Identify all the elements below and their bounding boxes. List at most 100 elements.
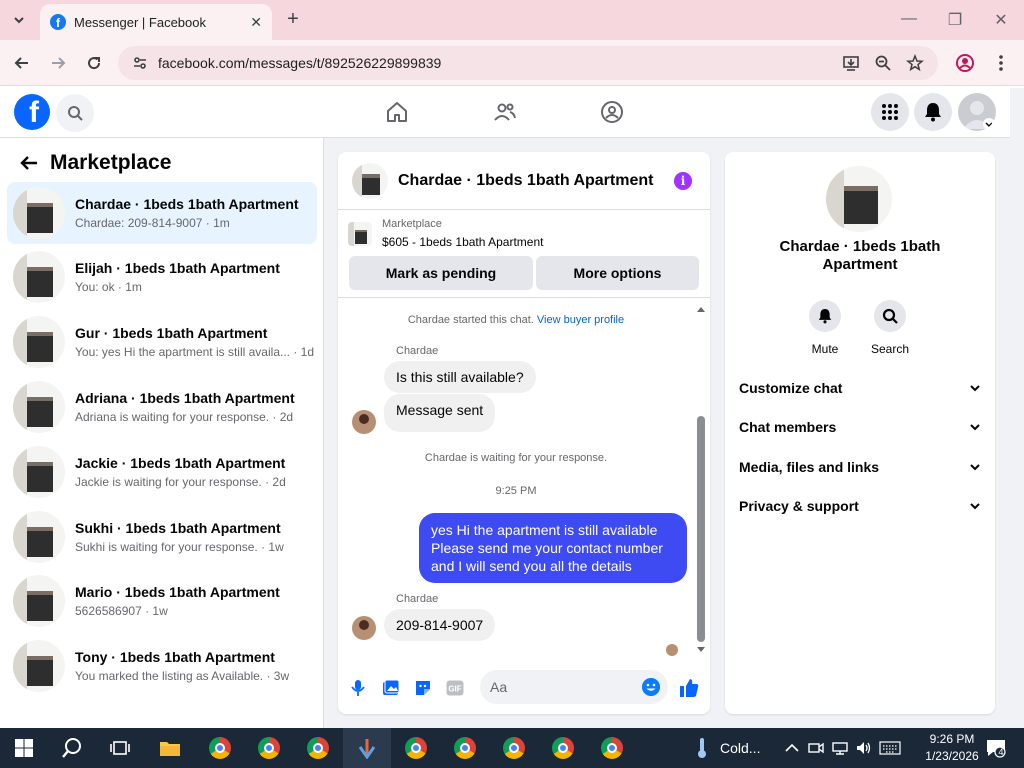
chat-members-section[interactable]: Chat members <box>739 415 981 439</box>
message-scrollbar-thumb[interactable] <box>697 416 705 642</box>
chrome-profile-5-icon[interactable] <box>453 736 477 760</box>
more-options-button[interactable]: More options <box>536 256 699 290</box>
details-listing-thumbnail[interactable] <box>826 166 892 232</box>
chrome-profile-1-icon[interactable] <box>208 736 232 760</box>
maximize-button[interactable]: ❐ <box>940 10 970 30</box>
keyboard-icon[interactable] <box>878 736 902 760</box>
incoming-message[interactable]: 209-814-9007 <box>384 609 496 641</box>
back-arrow-icon[interactable] <box>16 150 42 176</box>
info-icon[interactable]: i <box>674 171 692 190</box>
chrome-profile-3-icon[interactable] <box>306 736 330 760</box>
mute-label: Mute <box>811 342 839 356</box>
sender-avatar[interactable] <box>352 410 376 434</box>
notifications-center-icon[interactable]: 4 <box>984 736 1008 760</box>
chevron-down-icon <box>970 464 980 471</box>
back-button[interactable] <box>11 52 33 74</box>
listing-thumbnail <box>13 575 65 627</box>
facebook-search-button[interactable] <box>56 94 94 132</box>
conversation-item[interactable]: Chardae · 1beds 1bath Apartment Chardae: … <box>7 182 317 244</box>
outgoing-message[interactable]: yes Hi the apartment is still available … <box>419 513 687 583</box>
zoom-icon[interactable] <box>872 52 894 74</box>
emoji-icon[interactable] <box>642 678 660 696</box>
chrome-profile-2-icon[interactable] <box>257 736 281 760</box>
incoming-message[interactable]: Message sent <box>384 394 496 432</box>
listing-thumbnail <box>13 640 65 692</box>
conversation-item[interactable]: Mario · 1beds 1bath Apartment 5626586907 … <box>7 570 317 632</box>
browser-tab[interactable]: f Messenger | Facebook ✕ <box>40 4 272 40</box>
facebook-logo-icon[interactable]: f <box>14 94 50 130</box>
thumbs-up-icon[interactable] <box>679 678 699 698</box>
minimize-button[interactable]: — <box>894 10 924 28</box>
chat-listing-thumbnail[interactable] <box>352 162 388 199</box>
section-label: Customize chat <box>739 380 843 396</box>
microphone-icon[interactable] <box>348 678 368 698</box>
arrow-left-icon <box>14 57 28 69</box>
search-in-chat-button[interactable]: Search <box>860 300 920 356</box>
chrome-profile-4-icon[interactable] <box>404 736 428 760</box>
facebook-favicon-icon: f <box>50 14 66 30</box>
reload-button[interactable] <box>83 52 105 74</box>
windows-taskbar: Cold... 9:26 PM 1/23/2026 4 <box>0 728 1024 768</box>
weather-text[interactable]: Cold... <box>720 740 760 756</box>
tab-search-dropdown[interactable] <box>6 8 32 32</box>
conversation-item[interactable]: Elijah · 1beds 1bath Apartment You: ok · … <box>7 246 317 308</box>
media-files-links-section[interactable]: Media, files and links <box>739 455 981 479</box>
photo-icon[interactable] <box>381 678 401 698</box>
search-icon <box>874 300 906 332</box>
windows-start-icon[interactable] <box>12 736 36 760</box>
notifications-button[interactable] <box>914 93 952 131</box>
conversation-preview: Sukhi is waiting for your response. · 1w <box>75 540 284 554</box>
listing-small-thumbnail[interactable] <box>348 222 372 246</box>
install-app-icon[interactable] <box>840 52 862 74</box>
conversation-item[interactable]: Sukhi · 1beds 1bath Apartment Sukhi is wa… <box>7 506 317 568</box>
menu-grid-button[interactable] <box>871 93 909 131</box>
file-explorer-icon[interactable] <box>158 736 182 760</box>
gif-icon[interactable]: GIF <box>445 678 465 698</box>
listing-thumbnail <box>13 251 65 303</box>
sender-name: Chardae <box>396 345 439 357</box>
bookmark-star-icon[interactable] <box>904 52 926 74</box>
new-tab-button[interactable]: + <box>282 8 304 30</box>
chrome-profile-7-icon[interactable] <box>551 736 575 760</box>
friends-nav-button[interactable] <box>491 98 519 126</box>
chrome-profile-6-icon[interactable] <box>502 736 526 760</box>
message-input[interactable]: Aa <box>480 670 668 704</box>
conversation-item[interactable]: Gur · 1beds 1bath Apartment You: yes Hi t… <box>7 311 317 373</box>
taskbar-clock[interactable]: 9:26 PM 1/23/2026 <box>920 731 984 765</box>
view-buyer-profile-link[interactable]: View buyer profile <box>537 314 624 326</box>
show-hidden-icons[interactable] <box>780 736 804 760</box>
search-icon <box>68 106 83 121</box>
site-settings-icon[interactable] <box>132 55 148 71</box>
account-avatar[interactable] <box>958 93 996 131</box>
mark-as-pending-button[interactable]: Mark as pending <box>349 256 533 290</box>
incoming-message[interactable]: Is this still available? <box>384 361 536 393</box>
sticker-icon[interactable] <box>413 678 433 698</box>
home-nav-button[interactable] <box>383 98 411 126</box>
chat-title[interactable]: Chardae · 1beds 1bath Apartment <box>398 172 674 190</box>
tab-close-icon[interactable]: ✕ <box>250 14 262 31</box>
active-app-icon[interactable] <box>355 736 379 760</box>
page-scrollbar[interactable] <box>1010 88 1024 728</box>
conversation-item[interactable]: Adriana · 1beds 1bath Apartment Adriana i… <box>7 376 317 438</box>
profile-icon[interactable] <box>954 52 976 74</box>
forward-button[interactable] <box>47 52 69 74</box>
taskbar-search-icon[interactable] <box>60 736 84 760</box>
chevron-down-icon <box>970 503 980 510</box>
privacy-support-section[interactable]: Privacy & support <box>739 494 981 518</box>
volume-icon[interactable] <box>852 736 876 760</box>
conversation-item[interactable]: Jackie · 1beds 1bath Apartment Jackie is … <box>7 441 317 503</box>
groups-nav-button[interactable] <box>598 98 626 126</box>
customize-chat-section[interactable]: Customize chat <box>739 376 981 400</box>
mute-button[interactable]: Mute <box>795 300 855 356</box>
network-icon[interactable] <box>828 736 852 760</box>
listing-title[interactable]: $605 - 1beds 1bath Apartment <box>382 235 543 249</box>
browser-menu-icon[interactable] <box>990 52 1012 74</box>
weather-thermometer-icon[interactable] <box>690 736 714 760</box>
conversation-item[interactable]: Tony · 1beds 1bath Apartment You marked t… <box>7 635 317 697</box>
close-window-button[interactable]: ✕ <box>986 10 1016 30</box>
sender-avatar[interactable] <box>352 616 376 640</box>
meet-now-icon[interactable] <box>804 736 828 760</box>
chrome-profile-8-icon[interactable] <box>600 736 624 760</box>
task-view-icon[interactable] <box>108 736 132 760</box>
address-bar[interactable]: facebook.com/messages/t/892526229899839 <box>118 46 938 80</box>
